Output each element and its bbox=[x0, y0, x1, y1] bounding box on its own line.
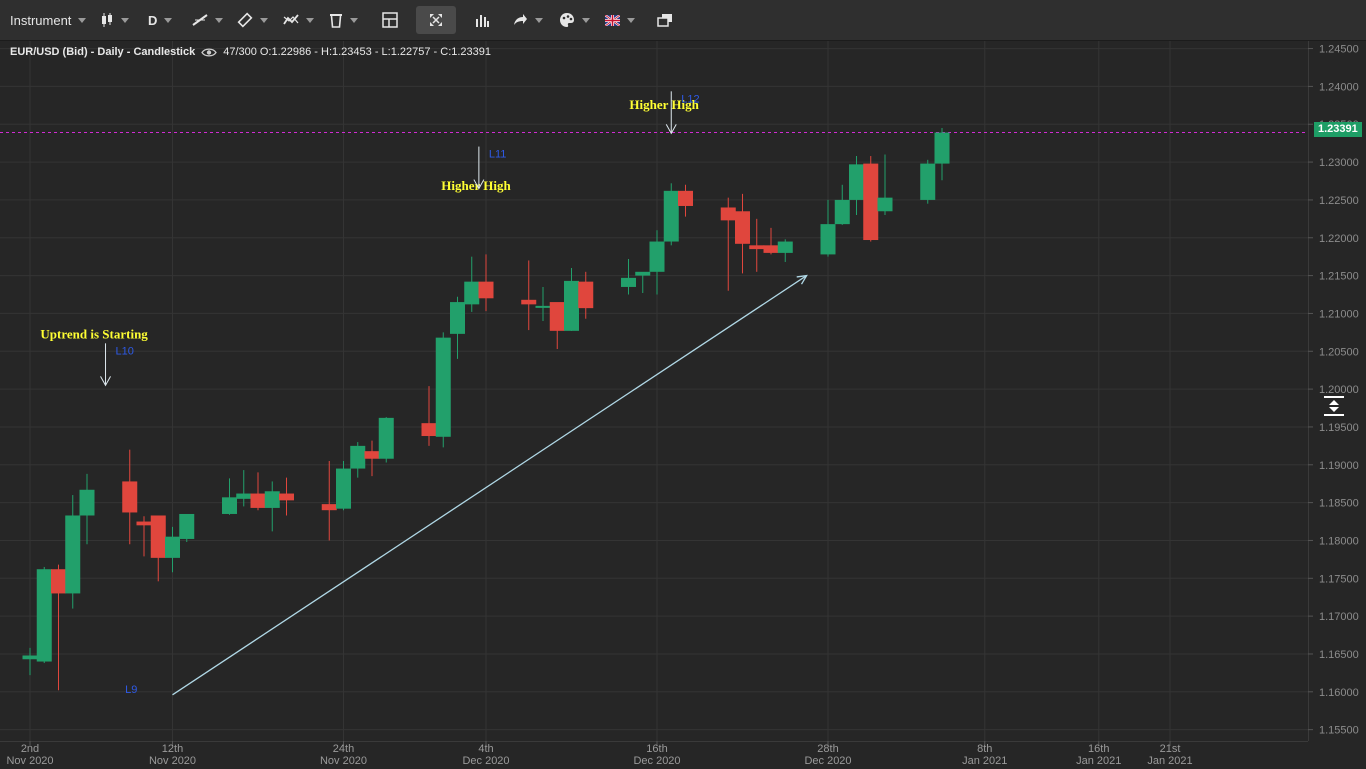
indicator-icon bbox=[283, 14, 299, 25]
eye-icon[interactable] bbox=[201, 47, 217, 58]
ruler-icon bbox=[237, 12, 253, 28]
instrument-title: EUR/USD (Bid) - Daily - Candlestick bbox=[10, 46, 196, 58]
window-restore-icon bbox=[657, 14, 672, 27]
uk-flag-icon bbox=[605, 14, 620, 26]
chevron-down-icon bbox=[78, 17, 87, 23]
period-dropdown[interactable]: D bbox=[148, 0, 173, 40]
indicators-button[interactable] bbox=[283, 0, 314, 40]
chart-info-bar: EUR/USD (Bid) - Daily - Candlestick 47/3… bbox=[10, 46, 491, 58]
chevron-down-icon bbox=[535, 17, 543, 23]
instrument-label: Instrument bbox=[10, 12, 72, 28]
candle-count: 47/300 bbox=[223, 46, 257, 58]
chevron-down-icon bbox=[164, 17, 173, 23]
detach-window-button[interactable] bbox=[657, 0, 673, 40]
bar-chart-icon bbox=[476, 15, 489, 27]
chevron-down-icon bbox=[627, 17, 635, 23]
chevron-down-icon bbox=[582, 17, 590, 23]
layout-icon bbox=[382, 12, 398, 28]
language-button[interactable] bbox=[605, 0, 635, 40]
line-draw-icon bbox=[192, 14, 208, 26]
trash-icon bbox=[330, 14, 342, 28]
chevron-down-icon bbox=[260, 17, 268, 23]
price-scale-handle-icon[interactable] bbox=[1322, 394, 1346, 418]
chevron-down-icon bbox=[121, 17, 129, 23]
toolbar: Instrument D bbox=[0, 0, 1366, 41]
delete-drawings-button[interactable] bbox=[329, 0, 358, 40]
layout-button[interactable] bbox=[382, 0, 398, 40]
palette-icon bbox=[560, 13, 574, 27]
draw-line-button[interactable] bbox=[192, 0, 223, 40]
price-axis[interactable] bbox=[1308, 41, 1366, 741]
measure-button[interactable] bbox=[237, 0, 268, 40]
chart-plot-area[interactable] bbox=[0, 41, 1308, 741]
time-axis[interactable] bbox=[0, 741, 1308, 769]
chevron-down-icon bbox=[215, 17, 223, 23]
current-price-tag: 1.23391 bbox=[1314, 122, 1362, 137]
fullscreen-icon bbox=[430, 14, 442, 26]
fullscreen-button[interactable] bbox=[416, 6, 456, 34]
chart-type-button[interactable] bbox=[100, 0, 129, 40]
theme-button[interactable] bbox=[559, 0, 590, 40]
chevron-down-icon bbox=[306, 17, 314, 23]
chevron-down-icon bbox=[350, 17, 358, 23]
candlestick-type-icon bbox=[102, 13, 112, 27]
ohlc-readout: O:1.22986 - H:1.23453 - L:1.22757 - C:1.… bbox=[259, 46, 492, 58]
instrument-dropdown[interactable]: Instrument bbox=[10, 0, 87, 40]
volume-bars-button[interactable] bbox=[474, 0, 490, 40]
share-icon bbox=[514, 14, 527, 25]
share-button[interactable] bbox=[512, 0, 543, 40]
period-label: D bbox=[148, 12, 158, 28]
